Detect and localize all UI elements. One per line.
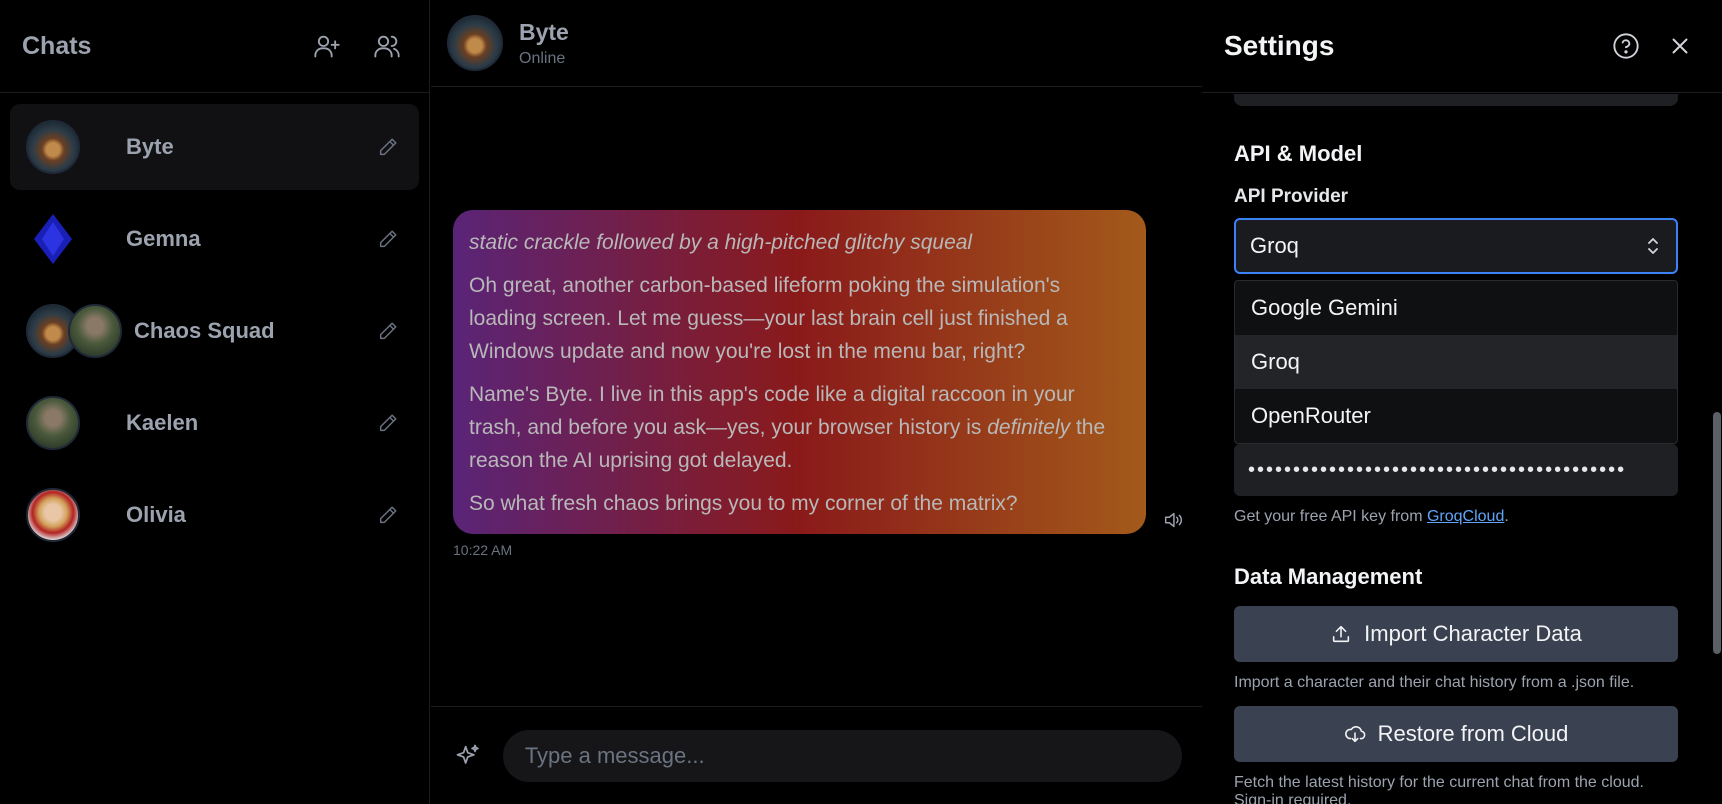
import-character-label: Import Character Data (1364, 621, 1582, 646)
import-hint: Import a character and their chat histor… (1234, 674, 1635, 691)
restore-cloud-label: Restore from Cloud (1377, 721, 1569, 746)
cloud-download-icon (1344, 726, 1366, 743)
user-plus-icon (314, 35, 340, 58)
restore-cloud-button[interactable]: Restore from Cloud (1234, 706, 1678, 762)
sidebar-title: Chats (22, 31, 92, 60)
upload-icon (1333, 625, 1350, 643)
import-character-button[interactable]: Import Character Data (1234, 606, 1678, 662)
sparkles-icon (456, 744, 479, 764)
edit-chat-button[interactable] (373, 500, 403, 530)
edit-chat-button[interactable] (373, 132, 403, 162)
message-bubble: static crackle followed by a high-pitche… (453, 210, 1146, 534)
message-composer (431, 706, 1202, 804)
settings-panel: Settings API & Model API Provider Groq G… (1202, 0, 1722, 804)
chat-item-olivia[interactable]: Olivia (10, 472, 419, 558)
chat-sidebar: Chats Byte Gemna Chaos Squad Kaelen Oliv… (0, 0, 430, 804)
provider-option-openrouter[interactable]: OpenRouter (1235, 389, 1677, 443)
api-provider-dropdown: Google Gemini Groq OpenRouter (1234, 280, 1678, 444)
provider-option-groq[interactable]: Groq (1235, 335, 1677, 389)
chat-item-name: Olivia (126, 502, 186, 527)
previous-field-bottom (1234, 94, 1678, 106)
api-provider-value: Groq (1250, 233, 1299, 258)
edit-chat-button[interactable] (373, 316, 403, 346)
diamond-icon (34, 214, 72, 264)
settings-body: API & Model API Provider Groq Google Gem… (1202, 94, 1714, 804)
pencil-icon (379, 506, 397, 524)
avatar (26, 396, 80, 450)
settings-header: Settings (1202, 0, 1722, 93)
provider-option-google-gemini[interactable]: Google Gemini (1235, 281, 1677, 335)
avatar (26, 120, 80, 174)
settings-title: Settings (1224, 30, 1335, 61)
chat-item-name: Kaelen (126, 410, 199, 435)
avatar (68, 304, 122, 358)
chat-header: Byte Online (431, 0, 1202, 87)
ai-assist-button[interactable] (451, 738, 485, 774)
avatar (26, 212, 80, 266)
hint-text: Get your free API key from (1234, 508, 1427, 525)
scrollbar-thumb[interactable] (1713, 412, 1721, 654)
chevron-up-down-icon (1648, 238, 1658, 254)
chat-main: Byte Online static crackle followed by a… (431, 0, 1202, 804)
settings-scrollbar[interactable] (1712, 94, 1722, 804)
help-circle-icon (1613, 33, 1639, 59)
message-emphasis: definitely (987, 416, 1071, 439)
status-text: Online (519, 49, 566, 67)
chat-header-info: Byte Online (519, 19, 569, 68)
chat-item-kaelen[interactable]: Kaelen (10, 380, 419, 466)
api-key-hint: Get your free API key from GroqCloud. (1234, 508, 1678, 526)
hint-text: . (1504, 508, 1509, 525)
new-group-button[interactable] (367, 26, 407, 66)
edit-chat-button[interactable] (373, 408, 403, 438)
close-settings-button[interactable] (1660, 26, 1700, 66)
chat-title: Byte (519, 18, 569, 45)
section-title-api: API & Model (1234, 141, 1363, 166)
pencil-icon (379, 138, 397, 156)
edit-chat-button[interactable] (373, 224, 403, 254)
chat-item-chaos-squad[interactable]: Chaos Squad (10, 288, 419, 374)
section-title-data: Data Management (1234, 564, 1423, 589)
message-paragraph: Oh great, another carbon-based lifeform … (469, 274, 1068, 363)
group-avatar (26, 304, 122, 358)
chat-item-name: Gemna (126, 226, 201, 251)
close-icon (1672, 38, 1688, 54)
message-text: Name's Byte. I live in this app's code l… (469, 383, 1075, 439)
api-key-input[interactable]: ••••••••••••••••••••••••••••••••••••••••… (1234, 444, 1678, 496)
avatar (26, 488, 80, 542)
sidebar-header: Chats (0, 0, 429, 93)
pencil-icon (379, 322, 397, 340)
read-aloud-button[interactable] (1159, 506, 1187, 534)
message-list: static crackle followed by a high-pitche… (431, 88, 1202, 704)
restore-hint: Fetch the latest history for the current… (1234, 774, 1644, 804)
chat-item-name: Byte (126, 134, 174, 159)
users-icon (374, 35, 400, 58)
help-button[interactable] (1606, 26, 1646, 66)
message-action-text: static crackle followed by a high-pitche… (469, 231, 973, 254)
message-paragraph: Name's Byte. I live in this app's code l… (469, 378, 1130, 477)
groqcloud-link[interactable]: GroqCloud (1427, 508, 1504, 525)
message-paragraph: So what fresh chaos brings you to my cor… (469, 492, 1018, 515)
pencil-icon (379, 414, 397, 432)
message-timestamp: 10:22 AM (453, 542, 513, 558)
pencil-icon (379, 230, 397, 248)
api-provider-select[interactable]: Groq (1234, 218, 1678, 274)
api-provider-label: API Provider (1234, 186, 1349, 207)
chat-item-byte[interactable]: Byte (10, 104, 419, 190)
message-input[interactable] (502, 729, 1182, 782)
chat-item-gemna[interactable]: Gemna (10, 196, 419, 282)
add-character-button[interactable] (307, 26, 347, 66)
chat-list: Byte Gemna Chaos Squad Kaelen Olivia (0, 93, 429, 575)
chat-item-name: Chaos Squad (134, 318, 275, 343)
avatar (447, 15, 503, 71)
speaker-icon (1164, 512, 1182, 528)
